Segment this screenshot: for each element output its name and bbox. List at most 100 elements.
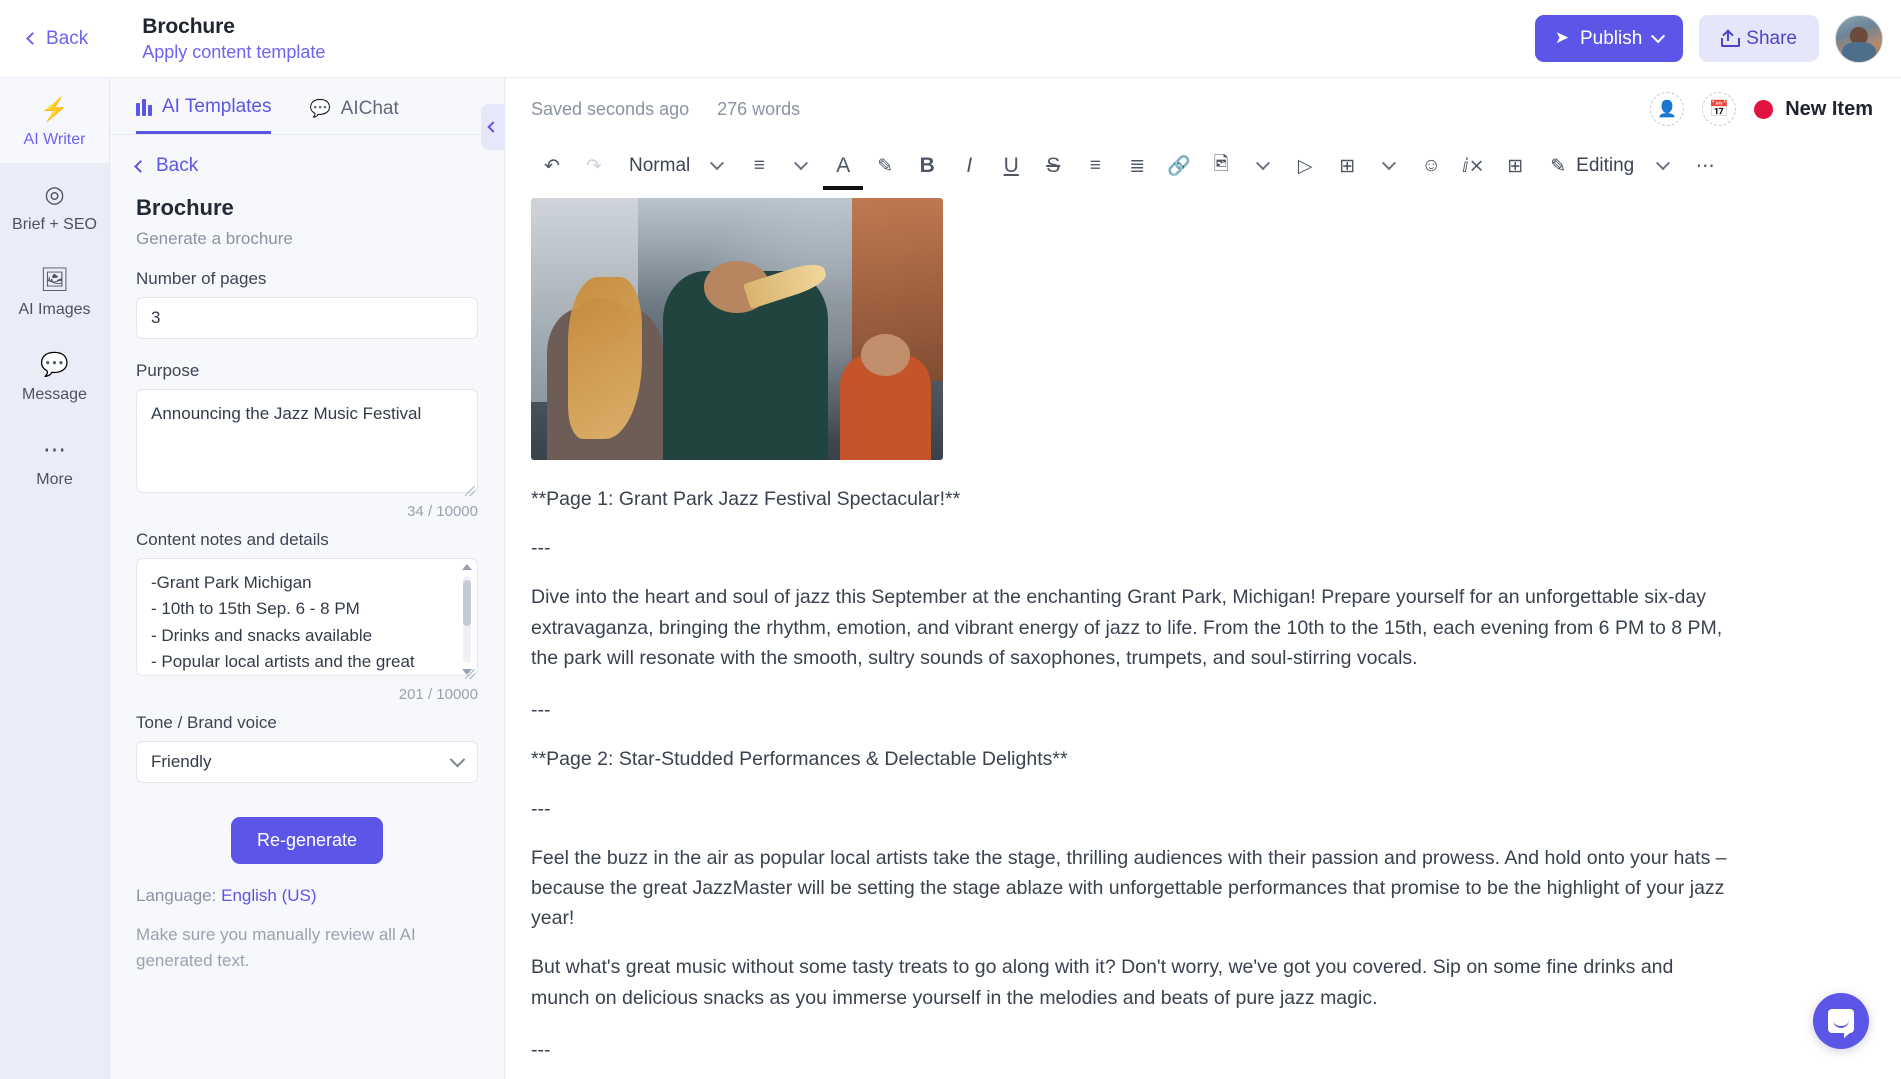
table-icon[interactable]: ⊞ — [1326, 146, 1368, 186]
tab-aichat[interactable]: 💬 AIChat — [309, 96, 398, 134]
purpose-textarea[interactable] — [136, 389, 478, 493]
more-options-icon[interactable]: ⋯ — [1684, 146, 1726, 186]
align-icon[interactable]: ≡ — [738, 146, 780, 186]
sidebar-item-ai-images[interactable]: 🖼 AI Images — [0, 248, 109, 333]
doc-paragraph-page1: Dive into the heart and soul of jazz thi… — [531, 586, 1723, 669]
numbered-list-icon[interactable]: ≣ — [1116, 146, 1158, 186]
status-badge[interactable]: New Item — [1754, 98, 1873, 121]
publish-button[interactable]: ➤ Publish — [1534, 15, 1684, 62]
collapse-panel-button[interactable] — [481, 104, 505, 150]
back-button[interactable]: Back — [20, 22, 96, 56]
panel-back-button[interactable]: Back — [134, 155, 478, 177]
align-caret-icon[interactable] — [780, 146, 822, 186]
language-row: Language: English (US) — [136, 886, 478, 906]
apply-content-template-link[interactable]: Apply content template — [142, 42, 325, 63]
bold-icon[interactable]: B — [906, 146, 948, 186]
image-caret-icon[interactable] — [1242, 146, 1284, 186]
editor-header: Saved seconds ago 276 words 👤 📅 New Item — [505, 78, 1901, 140]
regenerate-button[interactable]: Re-generate — [230, 817, 384, 864]
editor-meta: Saved seconds ago 276 words — [531, 99, 800, 120]
field-label: Tone / Brand voice — [136, 713, 277, 732]
tab-ai-templates[interactable]: AI Templates — [136, 96, 272, 134]
field-purpose: Purpose 34 / 10000 — [136, 361, 478, 520]
video-icon[interactable]: ▷ — [1284, 146, 1326, 186]
link-icon[interactable]: 🔗 — [1158, 146, 1200, 186]
regenerate-row: Re-generate — [136, 817, 478, 864]
document-canvas[interactable]: **Page 1: Grant Park Jazz Festival Spect… — [505, 192, 1901, 1079]
panel-body: Back Brochure Generate a brochure Number… — [110, 135, 504, 1079]
sidebar-item-label: Message — [22, 386, 87, 403]
language-link[interactable]: English (US) — [221, 886, 316, 905]
add-collaborator-icon[interactable]: 👤 — [1650, 92, 1685, 126]
strikethrough-icon[interactable]: S — [1032, 146, 1074, 186]
editor-toolbar: ↶ ↷ Normal ≡ A ✎ B I U S ≡ ≣ 🔗 🖻 ▷ ⊞ ☺ ⅈ… — [505, 140, 1901, 192]
paragraph-style-caret[interactable] — [696, 146, 738, 186]
support-chat-button[interactable] — [1813, 993, 1869, 1049]
clear-format-icon[interactable]: ⅈ⨯ — [1452, 146, 1494, 186]
doc-rule: --- — [531, 1038, 551, 1061]
sidebar-item-label: More — [36, 471, 73, 488]
document-image[interactable] — [531, 198, 943, 460]
chevron-down-icon — [449, 751, 466, 767]
chat-bubble-icon — [1828, 1009, 1854, 1038]
chevron-left-icon — [487, 121, 499, 133]
panel-back-label: Back — [156, 155, 199, 176]
avatar[interactable] — [1835, 14, 1883, 63]
emoji-icon[interactable]: ☺ — [1410, 146, 1452, 186]
scroll-up-icon[interactable] — [462, 564, 472, 570]
bullet-list-icon[interactable]: ≡ — [1074, 146, 1116, 186]
more-icon: ⋯ — [43, 435, 66, 462]
paragraph-style-select[interactable]: Normal — [615, 146, 696, 186]
pencil-icon: ✎ — [1550, 155, 1567, 177]
panel-tabs: AI Templates 💬 AIChat — [110, 78, 504, 135]
notes-char-counter: 201 / 10000 — [398, 686, 478, 703]
word-count: 276 words — [717, 98, 801, 119]
field-label: Purpose — [136, 361, 200, 380]
table-caret-icon[interactable] — [1368, 146, 1410, 186]
publish-button-label: Publish — [1579, 27, 1643, 49]
number-of-pages-input[interactable] — [136, 297, 478, 339]
undo-icon[interactable]: ↶ — [531, 146, 573, 186]
purpose-char-counter: 34 / 10000 — [407, 503, 478, 520]
save-status: Saved seconds ago — [531, 98, 690, 119]
editor-header-actions: 👤 📅 New Item — [1650, 92, 1873, 126]
redo-icon[interactable]: ↷ — [573, 146, 615, 186]
notes-scrollbar[interactable] — [460, 564, 474, 675]
underline-icon[interactable]: U — [990, 146, 1032, 186]
top-bar-actions: ➤ Publish Share — [1534, 14, 1883, 63]
sidebar-item-message[interactable]: 💬 Message — [0, 333, 109, 418]
field-label: Number of pages — [136, 269, 267, 288]
doc-paragraph-page2-a: Feel the buzz in the air as popular loca… — [531, 846, 1727, 930]
editing-caret-icon[interactable] — [1642, 146, 1684, 186]
sidebar-item-ai-writer[interactable]: ⚡ AI Writer — [0, 78, 109, 163]
highlight-icon[interactable]: ✎ — [864, 146, 906, 186]
insert-image-icon[interactable]: 🖻 — [1200, 146, 1242, 186]
tab-label: AIChat — [340, 97, 399, 119]
doc-heading-page2: **Page 2: Star-Studded Performances & De… — [531, 748, 1068, 771]
sidebar-item-brief-seo[interactable]: ◎ Brief + SEO — [0, 163, 109, 248]
share-button[interactable]: Share — [1699, 15, 1819, 62]
chevron-down-icon — [1651, 28, 1666, 43]
app-root: Back Brochure Apply content template ➤ P… — [0, 0, 1901, 1079]
content-notes-textarea[interactable] — [136, 558, 478, 676]
editing-mode-label: Editing — [1576, 155, 1635, 176]
left-icon-rail: ⚡ AI Writer ◎ Brief + SEO 🖼 AI Images 💬 … — [0, 78, 110, 1079]
doc-rule: --- — [531, 797, 551, 820]
resize-grip-icon[interactable] — [465, 669, 475, 679]
resize-grip-icon[interactable] — [465, 486, 475, 496]
top-bar: Back Brochure Apply content template ➤ P… — [0, 0, 1901, 78]
message-icon: 💬 — [40, 350, 69, 377]
chevron-left-icon — [134, 159, 147, 173]
document-titles: Brochure Apply content template — [142, 15, 325, 63]
sidebar-item-more[interactable]: ⋯ More — [0, 418, 109, 503]
comment-icon[interactable]: ⊞ — [1494, 146, 1536, 186]
scrollbar-thumb[interactable] — [463, 580, 471, 626]
status-badge-label: New Item — [1785, 97, 1873, 120]
italic-icon[interactable]: I — [948, 146, 990, 186]
image-icon: 🖼 — [39, 265, 70, 292]
tone-select[interactable]: Friendly — [136, 741, 478, 783]
editing-mode-select[interactable]: ✎ Editing — [1536, 155, 1642, 178]
field-tone: Tone / Brand voice Friendly — [136, 713, 478, 783]
text-color-icon[interactable]: A — [822, 146, 864, 190]
schedule-icon[interactable]: 📅 — [1702, 92, 1737, 126]
